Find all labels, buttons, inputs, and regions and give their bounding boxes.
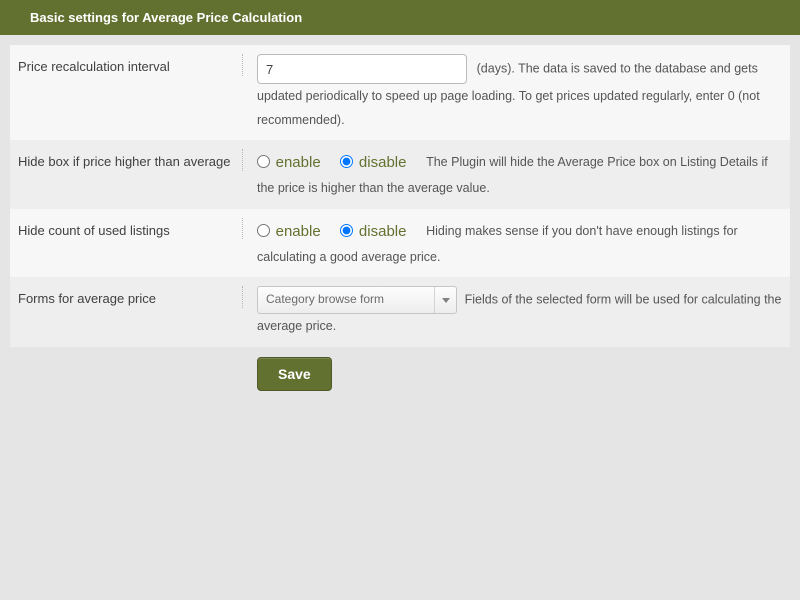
save-row: Save <box>10 347 790 391</box>
interval-input[interactable] <box>257 54 467 84</box>
value-hide-box: enable disable The Plugin will hide the … <box>243 149 782 200</box>
hidebox-enable-label: enable <box>276 154 321 171</box>
hidecount-disable-radio[interactable] <box>340 224 353 237</box>
hidebox-disable-radio[interactable] <box>340 155 353 168</box>
settings-form: Price recalculation interval (days). The… <box>0 35 800 401</box>
row-interval: Price recalculation interval (days). The… <box>10 45 790 140</box>
label-hide-box: Hide box if price higher than average <box>18 149 243 171</box>
save-button[interactable]: Save <box>257 357 332 391</box>
hidebox-enable-option[interactable]: enable <box>257 149 321 176</box>
row-forms: Forms for average price Category browse … <box>10 277 790 347</box>
label-hide-count: Hide count of used listings <box>18 218 243 240</box>
hidecount-disable-label: disable <box>359 223 407 240</box>
row-hide-box: Hide box if price higher than average en… <box>10 140 790 209</box>
row-hide-count: Hide count of used listings enable disab… <box>10 209 790 278</box>
label-forms: Forms for average price <box>18 286 243 308</box>
hidecount-help: Hiding makes sense if you don't have eno… <box>257 223 738 263</box>
hidecount-enable-option[interactable]: enable <box>257 218 321 245</box>
label-interval: Price recalculation interval <box>18 54 243 76</box>
page-title: Basic settings for Average Price Calcula… <box>30 10 302 25</box>
value-hide-count: enable disable Hiding makes sense if you… <box>243 218 782 269</box>
forms-select[interactable]: Category browse form <box>257 286 457 314</box>
hidecount-disable-option[interactable]: disable <box>340 218 406 245</box>
hidebox-disable-option[interactable]: disable <box>340 149 406 176</box>
hidebox-enable-radio[interactable] <box>257 155 270 168</box>
hidecount-enable-label: enable <box>276 223 321 240</box>
chevron-down-icon <box>434 287 456 313</box>
hidebox-disable-label: disable <box>359 154 407 171</box>
hidecount-enable-radio[interactable] <box>257 224 270 237</box>
value-interval: (days). The data is saved to the databas… <box>243 54 782 131</box>
hidebox-help: The Plugin will hide the Average Price b… <box>257 155 768 195</box>
forms-select-value: Category browse form <box>266 289 384 311</box>
page-header: Basic settings for Average Price Calcula… <box>0 0 800 35</box>
value-forms: Category browse form Fields of the selec… <box>243 286 782 338</box>
